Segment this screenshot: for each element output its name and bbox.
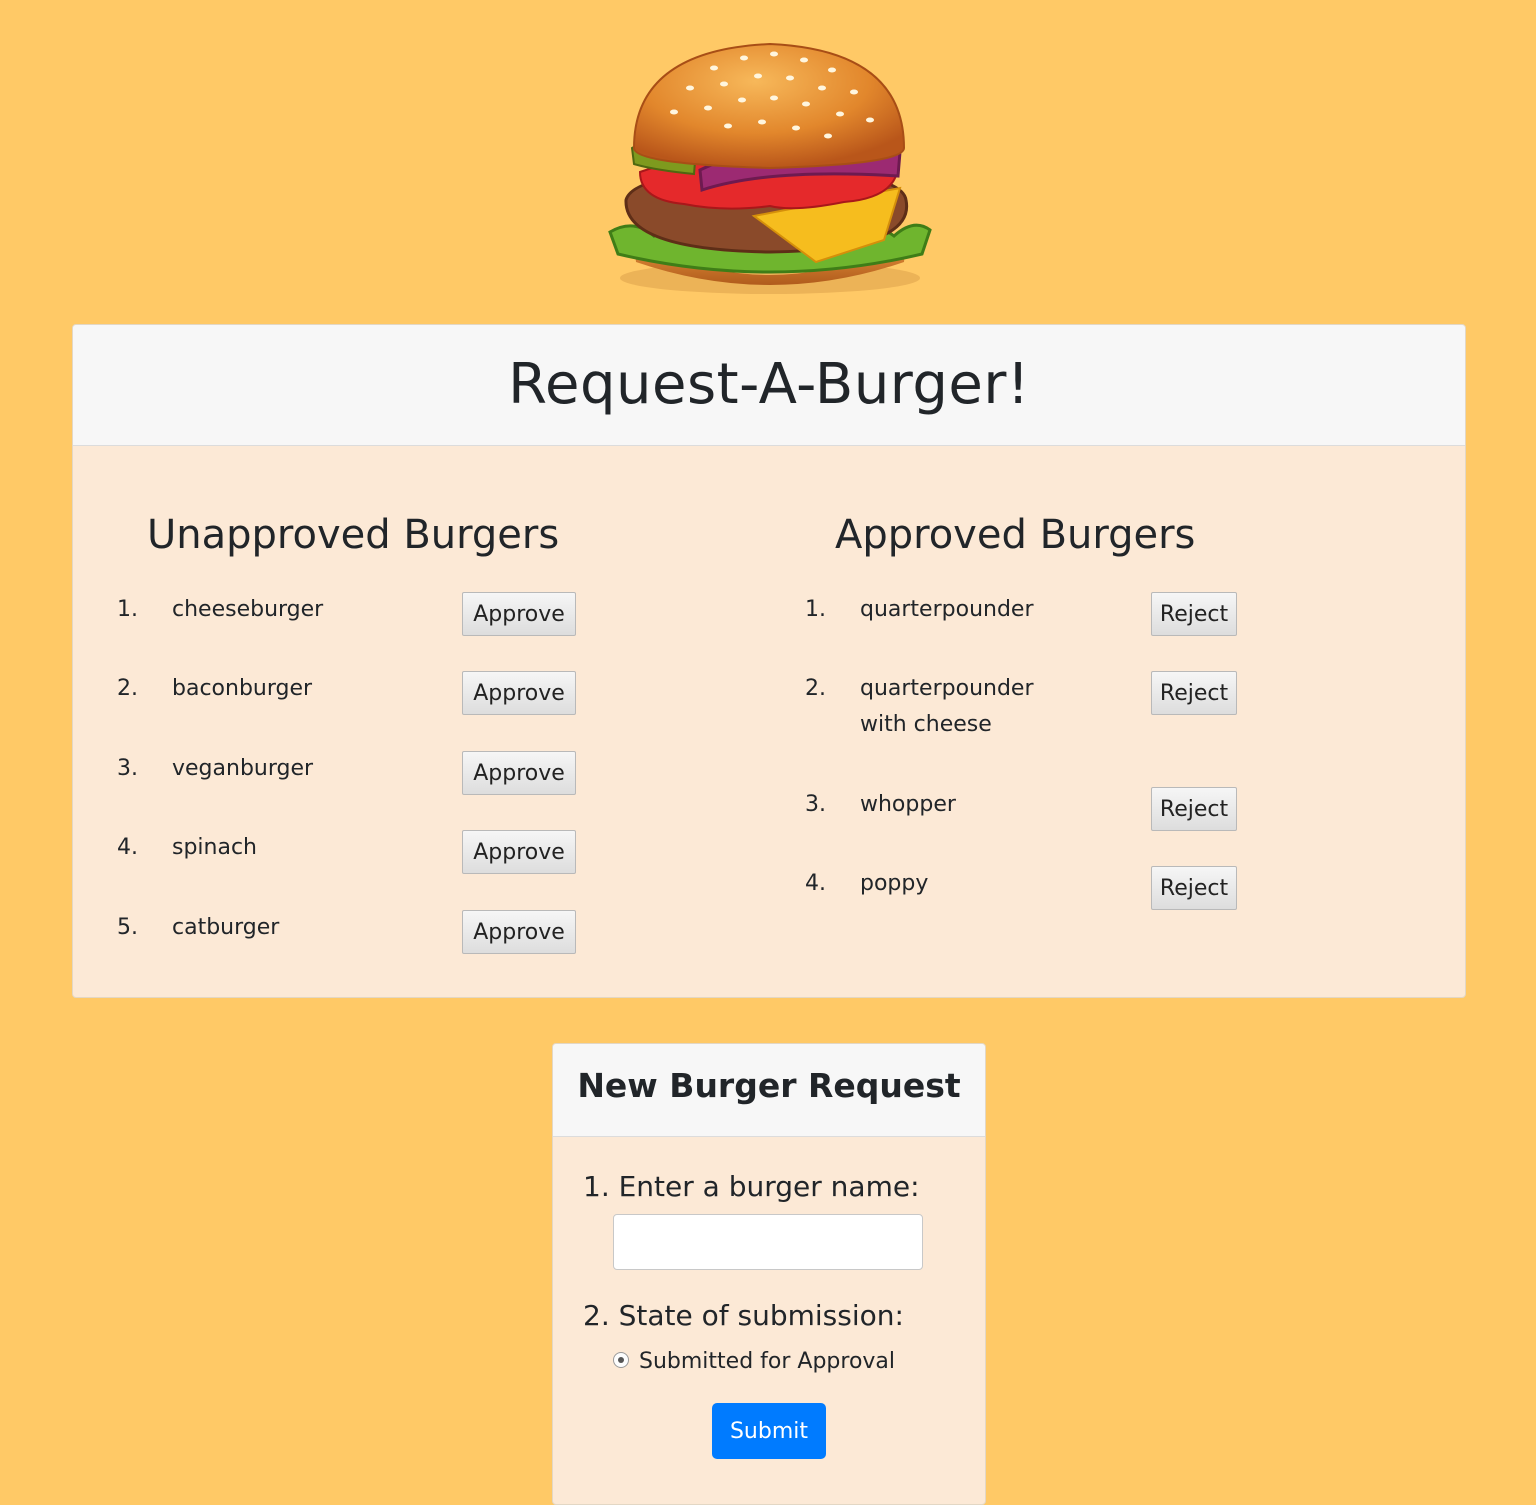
new-burger-form: New Burger Request 1. Enter a burger nam… (552, 1043, 986, 1505)
burger-name: spinach (172, 835, 258, 860)
burger-lists-card: Request-A-Burger! Unapproved Burgers 1. … (72, 324, 1466, 998)
item-number: 4. (117, 835, 138, 860)
approve-button[interactable]: Approve (462, 751, 576, 795)
list-item: 2. baconburger Approve (117, 671, 577, 731)
reject-button[interactable]: Reject (1151, 671, 1237, 715)
list-item: 3. veganburger Approve (117, 751, 577, 811)
burger-name: cheeseburger (172, 597, 324, 622)
approve-button[interactable]: Approve (462, 671, 576, 715)
form-title: New Burger Request (577, 1066, 961, 1105)
item-number: 1. (805, 597, 826, 622)
burger-name: veganburger (172, 756, 314, 781)
burger-name-label: 1. Enter a burger name: (583, 1170, 920, 1203)
item-number: 1. (117, 597, 138, 622)
approved-list: 1. quarterpounder Reject 2. quarterpound… (805, 592, 1265, 932)
burger-name: whopper (860, 792, 956, 817)
item-number: 2. (805, 676, 826, 701)
burger-name: baconburger (172, 676, 313, 701)
submit-button[interactable]: Submit (712, 1403, 826, 1459)
item-number: 2. (117, 676, 138, 701)
burger-name: poppy (860, 871, 929, 896)
main-card-header: Request-A-Burger! (73, 325, 1465, 446)
hamburger-icon (608, 42, 932, 294)
burger-name: quarterpounder with cheese (860, 676, 1034, 737)
reject-button[interactable]: Reject (1151, 866, 1237, 910)
page-title: Request-A-Burger! (508, 352, 1030, 417)
burger-name-input[interactable] (613, 1214, 923, 1270)
list-item: 3. whopper Reject (805, 787, 1265, 847)
list-item: 4. spinach Approve (117, 830, 577, 890)
item-number: 3. (117, 756, 138, 781)
state-option-label: Submitted for Approval (639, 1349, 896, 1374)
item-number: 4. (805, 871, 826, 896)
item-number: 3. (805, 792, 826, 817)
item-number: 5. (117, 915, 138, 940)
list-item: 1. cheeseburger Approve (117, 592, 577, 652)
burger-name: quarterpounder (860, 597, 1034, 622)
reject-button[interactable]: Reject (1151, 592, 1237, 636)
approve-button[interactable]: Approve (462, 910, 576, 954)
list-item: 1. quarterpounder Reject (805, 592, 1265, 652)
unapproved-list: 1. cheeseburger Approve 2. baconburger A… (117, 592, 577, 972)
approve-button[interactable]: Approve (462, 592, 576, 636)
approve-button[interactable]: Approve (462, 830, 576, 874)
approved-title: Approved Burgers (835, 512, 1196, 558)
form-card-header: New Burger Request (553, 1044, 985, 1137)
state-label: 2. State of submission: (583, 1299, 904, 1332)
list-item: 4. poppy Reject (805, 866, 1265, 926)
list-item: 2. quarterpounder with cheese Reject (805, 671, 1265, 761)
unapproved-title: Unapproved Burgers (147, 512, 560, 558)
radio-button-icon[interactable] (613, 1352, 629, 1368)
reject-button[interactable]: Reject (1151, 787, 1237, 831)
list-item: 5. catburger Approve (117, 910, 577, 970)
burger-name: catburger (172, 915, 280, 940)
